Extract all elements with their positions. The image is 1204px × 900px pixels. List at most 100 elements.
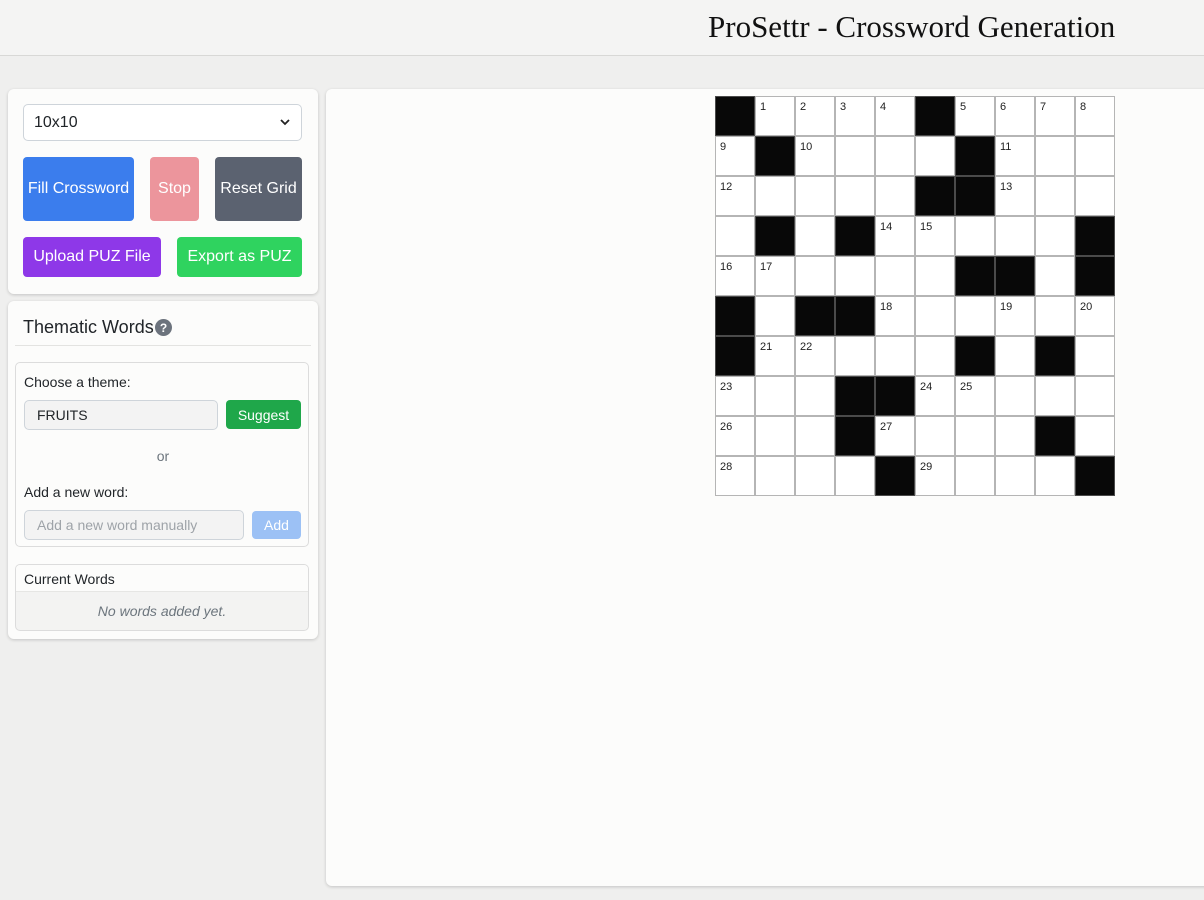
grid-cell[interactable] <box>755 376 795 416</box>
grid-cell[interactable]: 1 <box>755 96 795 136</box>
grid-cell[interactable]: 19 <box>995 296 1035 336</box>
grid-cell[interactable]: 4 <box>875 96 915 136</box>
grid-cell[interactable]: 16 <box>715 256 755 296</box>
grid-cell[interactable]: 27 <box>875 416 915 456</box>
grid-cell[interactable] <box>795 216 835 256</box>
grid-cell[interactable]: 13 <box>995 176 1035 216</box>
grid-cell[interactable]: 12 <box>715 176 755 216</box>
grid-cell[interactable]: 14 <box>875 216 915 256</box>
grid-cell[interactable] <box>1035 376 1075 416</box>
upload-puz-button[interactable]: Upload PUZ File <box>23 237 161 277</box>
grid-cell-black[interactable] <box>875 376 915 416</box>
grid-cell[interactable] <box>875 336 915 376</box>
grid-cell-black[interactable] <box>715 336 755 376</box>
grid-size-select[interactable]: 10x10 <box>23 104 302 141</box>
grid-cell[interactable]: 20 <box>1075 296 1115 336</box>
grid-cell-black[interactable] <box>835 216 875 256</box>
grid-cell[interactable] <box>755 176 795 216</box>
grid-cell[interactable]: 17 <box>755 256 795 296</box>
grid-cell[interactable] <box>1035 176 1075 216</box>
grid-cell[interactable] <box>795 256 835 296</box>
theme-input[interactable]: FRUITS <box>24 400 218 430</box>
stop-button[interactable]: Stop <box>150 157 199 221</box>
grid-cell[interactable] <box>955 296 995 336</box>
grid-cell[interactable]: 7 <box>1035 96 1075 136</box>
grid-cell[interactable]: 3 <box>835 96 875 136</box>
grid-cell[interactable] <box>835 456 875 496</box>
grid-cell[interactable] <box>1075 136 1115 176</box>
grid-cell[interactable] <box>915 136 955 176</box>
grid-cell[interactable] <box>915 416 955 456</box>
grid-cell-black[interactable] <box>1075 256 1115 296</box>
grid-cell-black[interactable] <box>755 136 795 176</box>
new-word-input[interactable]: Add a new word manually <box>24 510 244 540</box>
grid-cell[interactable] <box>875 256 915 296</box>
grid-cell[interactable] <box>875 176 915 216</box>
grid-cell[interactable] <box>1075 336 1115 376</box>
grid-cell[interactable] <box>835 256 875 296</box>
grid-cell[interactable] <box>1075 416 1115 456</box>
grid-cell[interactable]: 28 <box>715 456 755 496</box>
grid-cell-black[interactable] <box>715 296 755 336</box>
grid-cell[interactable]: 2 <box>795 96 835 136</box>
grid-cell[interactable] <box>955 456 995 496</box>
help-icon[interactable]: ? <box>155 319 172 336</box>
grid-cell-black[interactable] <box>1075 456 1115 496</box>
grid-cell[interactable] <box>995 456 1035 496</box>
grid-cell[interactable] <box>915 336 955 376</box>
grid-cell-black[interactable] <box>955 176 995 216</box>
grid-cell[interactable] <box>795 416 835 456</box>
grid-cell[interactable]: 15 <box>915 216 955 256</box>
grid-cell[interactable] <box>1035 216 1075 256</box>
add-word-button[interactable]: Add <box>252 511 301 539</box>
grid-cell-black[interactable] <box>715 96 755 136</box>
grid-cell[interactable] <box>1075 376 1115 416</box>
reset-grid-button[interactable]: Reset Grid <box>215 157 302 221</box>
grid-cell[interactable] <box>1035 456 1075 496</box>
grid-cell-black[interactable] <box>795 296 835 336</box>
grid-cell-black[interactable] <box>915 176 955 216</box>
grid-cell-black[interactable] <box>835 416 875 456</box>
grid-cell[interactable] <box>835 176 875 216</box>
grid-cell[interactable] <box>755 296 795 336</box>
grid-cell-black[interactable] <box>1035 416 1075 456</box>
grid-cell[interactable] <box>915 296 955 336</box>
grid-cell[interactable] <box>755 416 795 456</box>
grid-cell[interactable] <box>955 416 995 456</box>
grid-cell[interactable] <box>795 456 835 496</box>
grid-cell[interactable]: 9 <box>715 136 755 176</box>
grid-cell[interactable] <box>795 176 835 216</box>
suggest-button[interactable]: Suggest <box>226 400 301 429</box>
grid-cell-black[interactable] <box>955 136 995 176</box>
grid-cell[interactable]: 23 <box>715 376 755 416</box>
grid-cell[interactable] <box>995 336 1035 376</box>
grid-cell-black[interactable] <box>835 296 875 336</box>
grid-cell[interactable]: 8 <box>1075 96 1115 136</box>
grid-cell[interactable] <box>1075 176 1115 216</box>
grid-cell-black[interactable] <box>835 376 875 416</box>
grid-cell[interactable]: 18 <box>875 296 915 336</box>
grid-cell[interactable]: 24 <box>915 376 955 416</box>
grid-cell-black[interactable] <box>955 256 995 296</box>
grid-cell[interactable]: 25 <box>955 376 995 416</box>
grid-cell[interactable] <box>995 216 1035 256</box>
grid-cell-black[interactable] <box>755 216 795 256</box>
grid-cell[interactable] <box>1035 296 1075 336</box>
grid-cell[interactable] <box>955 216 995 256</box>
grid-cell[interactable]: 22 <box>795 336 835 376</box>
grid-cell-black[interactable] <box>1035 336 1075 376</box>
grid-cell[interactable] <box>995 416 1035 456</box>
grid-cell-black[interactable] <box>1075 216 1115 256</box>
fill-crossword-button[interactable]: Fill Crossword <box>23 157 134 221</box>
grid-cell[interactable] <box>835 136 875 176</box>
grid-cell[interactable] <box>875 136 915 176</box>
grid-cell[interactable]: 29 <box>915 456 955 496</box>
grid-cell[interactable] <box>1035 136 1075 176</box>
grid-cell[interactable]: 6 <box>995 96 1035 136</box>
grid-cell[interactable] <box>755 456 795 496</box>
grid-cell[interactable] <box>795 376 835 416</box>
grid-cell-black[interactable] <box>875 456 915 496</box>
grid-cell-black[interactable] <box>995 256 1035 296</box>
grid-cell[interactable]: 26 <box>715 416 755 456</box>
grid-cell[interactable] <box>1035 256 1075 296</box>
